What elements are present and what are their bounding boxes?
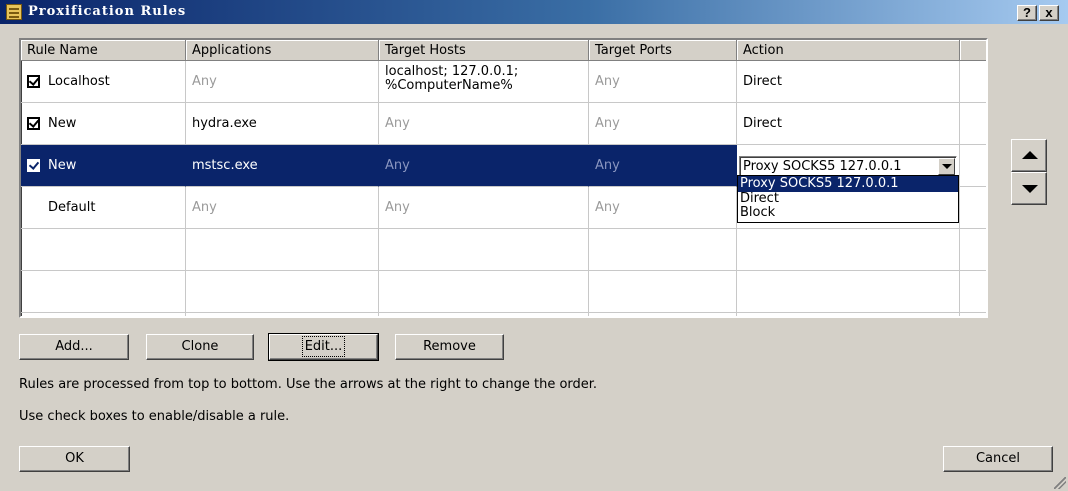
table-row[interactable]: New hydra.exe Any Any Direct <box>21 103 986 145</box>
empty-cell <box>960 229 986 271</box>
cancel-button[interactable]: Cancel <box>943 446 1053 472</box>
column-header-action[interactable]: Action <box>737 40 960 61</box>
close-button[interactable]: x <box>1039 5 1059 21</box>
dropdown-option-proxy[interactable]: Proxy SOCKS5 127.0.0.1 <box>738 176 958 192</box>
applications-cell[interactable]: Any <box>186 187 379 229</box>
grid-header: Rule Name Applications Target Hosts Targ… <box>21 40 986 61</box>
edit-button-label: Edit... <box>301 336 346 357</box>
rule-name-cell[interactable]: New <box>21 145 186 187</box>
action-cell[interactable]: Direct <box>737 61 960 103</box>
rule-name: New <box>48 158 77 173</box>
empty-cell <box>186 229 379 271</box>
chevron-down-icon[interactable] <box>938 158 955 175</box>
empty-cell <box>186 313 379 316</box>
target-hosts-line: %ComputerName% <box>385 78 513 93</box>
target-hosts-line: localhost; 127.0.0.1; <box>385 64 519 79</box>
arrow-up-icon <box>1022 151 1038 159</box>
rule-enabled-checkbox[interactable] <box>27 75 40 88</box>
arrow-down-icon <box>1022 185 1038 193</box>
empty-cell <box>379 271 589 313</box>
rule-enabled-checkbox[interactable] <box>27 159 40 172</box>
applications-cell[interactable]: mstsc.exe <box>186 145 379 187</box>
applications-cell[interactable]: Any <box>186 61 379 103</box>
move-up-button[interactable] <box>1011 139 1047 172</box>
empty-cell <box>589 313 737 316</box>
proxification-rules-dialog: Proxification Rules ? x Rule Name Applic… <box>0 0 1068 491</box>
edit-button[interactable]: Edit... <box>268 333 379 361</box>
window-title: Proxification Rules <box>28 4 187 19</box>
ok-button[interactable]: OK <box>19 446 130 472</box>
order-info-text: Rules are processed from top to bottom. … <box>19 377 598 392</box>
rule-name-cell[interactable]: Localhost <box>21 61 186 103</box>
empty-cell <box>21 271 186 313</box>
empty-cell <box>379 229 589 271</box>
target-hosts-cell[interactable]: localhost; 127.0.0.1; %ComputerName% <box>379 61 589 103</box>
target-ports-cell[interactable]: Any <box>589 187 737 229</box>
action-cell[interactable]: Direct <box>737 103 960 145</box>
filler-cell <box>960 187 986 229</box>
column-header-target-hosts[interactable]: Target Hosts <box>379 40 589 61</box>
filler-cell <box>960 145 986 187</box>
action-combobox[interactable]: Proxy SOCKS5 127.0.0.1 <box>739 156 957 177</box>
empty-row <box>21 229 986 271</box>
rule-name: Default <box>48 200 96 215</box>
empty-cell <box>737 271 960 313</box>
empty-cell <box>960 313 986 316</box>
column-header-rule-name[interactable]: Rule Name <box>21 40 186 61</box>
remove-button[interactable]: Remove <box>395 334 504 360</box>
empty-cell <box>21 313 186 316</box>
empty-cell <box>21 229 186 271</box>
empty-cell <box>589 229 737 271</box>
target-ports-cell[interactable]: Any <box>589 61 737 103</box>
rule-name: Localhost <box>48 74 110 89</box>
clone-button[interactable]: Clone <box>146 334 254 360</box>
empty-cell <box>379 313 589 316</box>
empty-row <box>21 313 986 316</box>
empty-cell <box>589 271 737 313</box>
empty-row <box>21 271 986 313</box>
rule-enabled-checkbox[interactable] <box>27 117 40 130</box>
title-bar[interactable]: Proxification Rules ? x <box>0 0 1068 24</box>
table-row[interactable]: Localhost Any localhost; 127.0.0.1; %Com… <box>21 61 986 103</box>
empty-cell <box>186 271 379 313</box>
target-hosts-cell[interactable]: Any <box>379 103 589 145</box>
dropdown-option-direct[interactable]: Direct <box>738 192 958 206</box>
target-hosts-cell[interactable]: Any <box>379 187 589 229</box>
add-button[interactable]: Add... <box>19 334 129 360</box>
target-hosts-cell[interactable]: Any <box>379 145 589 187</box>
target-ports-cell[interactable]: Any <box>589 145 737 187</box>
checkbox-info-text: Use check boxes to enable/disable a rule… <box>19 409 290 424</box>
rule-name-cell[interactable]: New <box>21 103 186 145</box>
column-header-target-ports[interactable]: Target Ports <box>589 40 737 61</box>
resize-grip-icon[interactable] <box>1054 477 1066 489</box>
dropdown-option-block[interactable]: Block <box>738 206 958 220</box>
empty-cell <box>960 271 986 313</box>
filler-cell <box>960 61 986 103</box>
help-button[interactable]: ? <box>1017 5 1037 21</box>
rule-name: New <box>48 116 77 131</box>
app-list-icon <box>6 4 22 20</box>
rule-name-cell[interactable]: Default <box>21 187 186 229</box>
move-down-button[interactable] <box>1011 172 1047 205</box>
column-header-filler <box>960 40 986 61</box>
applications-cell[interactable]: hydra.exe <box>186 103 379 145</box>
target-ports-cell[interactable]: Any <box>589 103 737 145</box>
empty-cell <box>737 229 960 271</box>
action-dropdown-list[interactable]: Proxy SOCKS5 127.0.0.1 Direct Block <box>737 175 959 223</box>
action-combobox-value: Proxy SOCKS5 127.0.0.1 <box>743 159 902 174</box>
column-header-applications[interactable]: Applications <box>186 40 379 61</box>
filler-cell <box>960 103 986 145</box>
empty-cell <box>737 313 960 316</box>
